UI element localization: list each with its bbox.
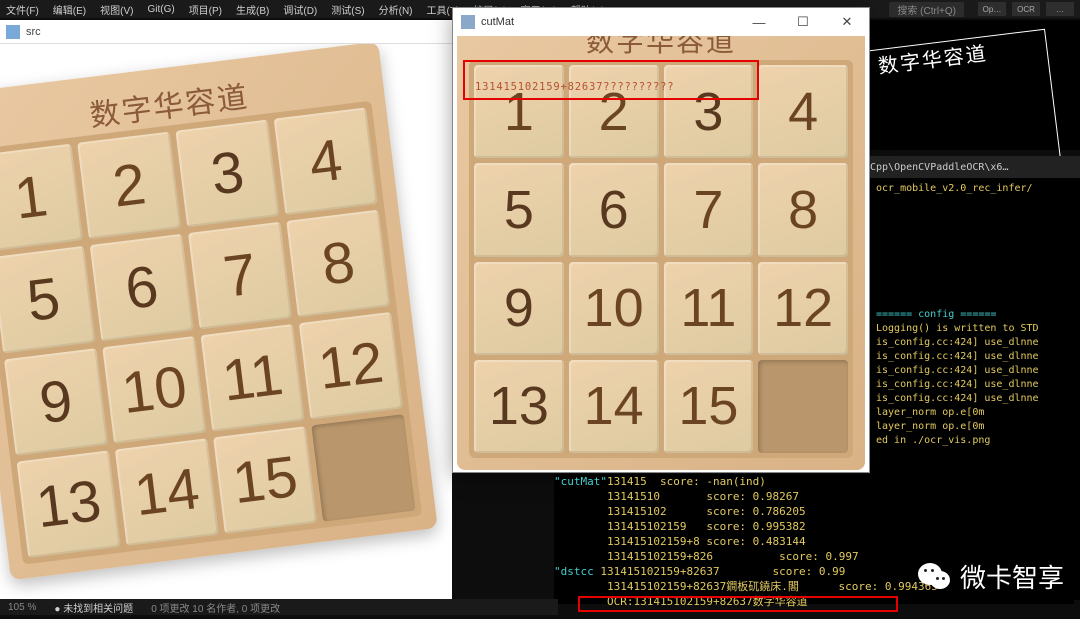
log-line: 131415102159+82637 score: 0.99 — [600, 565, 845, 578]
tile: 12 — [299, 312, 403, 420]
tile: 9 — [4, 348, 108, 456]
window-titlebar[interactable]: src — [0, 20, 452, 44]
tile: 11 — [664, 262, 754, 355]
ocr-result-line: OCR:131415102159+82637数字华容道 — [607, 595, 808, 608]
log-line: 131415102159+826 score: 0.997 — [607, 550, 859, 563]
toolbar-box[interactable]: Op… — [978, 2, 1006, 16]
log-line: layer_norm op.e[0m — [876, 406, 1080, 420]
tile: 1 — [474, 65, 564, 158]
cmd-line: ocr_mobile_v2.0_rec_infer/ — [876, 182, 1080, 196]
tile-grid: 1 2 3 4 5 6 7 8 9 10 11 12 13 14 15 — [0, 101, 422, 565]
cutmat-image-area: 数字华容道 1 2 3 4 5 6 7 8 9 10 11 12 13 14 1… — [453, 36, 869, 473]
log-line: is_config.cc:424] use_dlnne — [876, 392, 1080, 406]
window-cutmat: cutMat — ☐ ✕ 数字华容道 1 2 3 4 5 6 7 8 9 — [452, 7, 870, 473]
log-line: 13141510 score: 0.98267 — [607, 490, 799, 503]
tile: 9 — [474, 262, 564, 355]
ide-statusbar: 105 % ● 未找到相关问题 0 项更改 10 名作者, 0 项更改 — [0, 599, 558, 615]
menu-item[interactable]: 视图(V) — [100, 2, 133, 17]
log-line: is_config.cc:424] use_dlnne — [876, 336, 1080, 350]
tile: 4 — [274, 107, 378, 215]
puzzle-board: 数字华容道 1 2 3 4 5 6 7 8 9 10 11 12 13 14 1… — [0, 44, 438, 580]
tile: 12 — [758, 262, 848, 355]
tile: 8 — [286, 210, 390, 318]
log-line: Logging() is written to STD — [876, 322, 1080, 336]
menu-item[interactable]: 文件(F) — [6, 2, 39, 17]
log-line: is_config.cc:424] use_dlnne — [876, 364, 1080, 378]
console-label: "cutMat" — [554, 475, 607, 488]
log-line: layer_norm op.e[0m — [876, 420, 1080, 434]
search-box[interactable]: 搜索 (Ctrl+Q) — [889, 2, 964, 17]
tile-empty — [758, 360, 848, 453]
status-counts: 0 项更改 10 名作者, 0 项更改 — [151, 600, 280, 615]
window-title: src — [26, 26, 41, 38]
toolbar-box[interactable]: OCR — [1012, 2, 1040, 16]
console-label: "dstcc — [554, 565, 594, 578]
tile-empty — [311, 414, 415, 522]
log-line: 131415102159+82637鐧板矹鐃床.閣 score: 0.99436… — [607, 580, 938, 593]
tile-grid: 1 2 3 4 5 6 7 8 9 10 11 12 13 14 15 — [469, 60, 853, 458]
menu-item[interactable]: 测试(S) — [331, 2, 364, 17]
app-icon — [6, 25, 20, 39]
window-title: cutMat — [481, 16, 514, 28]
zoom-level[interactable]: 105 % — [8, 602, 36, 613]
watermark: 微卡智享 — [916, 558, 1064, 595]
tile: 5 — [0, 246, 96, 354]
menu-item[interactable]: 调试(D) — [283, 2, 317, 17]
menu-item[interactable]: Git(G) — [147, 4, 174, 15]
maximize-button[interactable]: ☐ — [781, 8, 825, 36]
menu-item[interactable]: 生成(B) — [236, 2, 269, 17]
tile: 11 — [201, 324, 305, 432]
menubar-right-icons: Op… OCR … — [978, 2, 1074, 16]
outline-title: 数字华容道 — [870, 30, 1047, 84]
log-line: is_config.cc:424] use_dlnne — [876, 350, 1080, 364]
tile: 5 — [474, 163, 564, 256]
tile: 4 — [758, 65, 848, 158]
tile: 6 — [90, 234, 194, 342]
menu-item[interactable]: 项目(P) — [189, 2, 222, 17]
menu-item[interactable]: 分析(N) — [379, 2, 413, 17]
tile: 15 — [213, 426, 317, 534]
tile: 15 — [664, 360, 754, 453]
minimize-button[interactable]: — — [737, 8, 781, 36]
ocr-vis-image: 数字华容道 — [870, 20, 1080, 150]
puzzle-board: 数字华容道 1 2 3 4 5 6 7 8 9 10 11 12 13 14 1… — [457, 36, 865, 470]
log-line: 131415102 score: 0.786205 — [607, 505, 806, 518]
tile: 6 — [569, 163, 659, 256]
close-button[interactable]: ✕ — [825, 8, 869, 36]
wechat-icon — [916, 559, 952, 595]
tile: 1 — [0, 144, 83, 252]
board-title: 数字华容道 — [469, 36, 853, 60]
path-bar[interactable]: Cpp\OpenCVPaddleOCR\x6… — [870, 156, 1080, 178]
toolbar-box[interactable]: … — [1046, 2, 1074, 16]
tile: 13 — [474, 360, 564, 453]
tile: 3 — [175, 120, 279, 228]
window-src: src 数字华容道 1 2 3 4 5 6 7 8 9 10 11 12 — [0, 20, 452, 600]
menu-item[interactable]: 编辑(E) — [53, 2, 86, 17]
tile: 10 — [569, 262, 659, 355]
log-line: 131415 score: -nan(ind) — [607, 475, 766, 488]
tile: 10 — [102, 336, 206, 444]
tile: 2 — [77, 132, 181, 240]
tile: 7 — [188, 222, 292, 330]
watermark-text: 微卡智享 — [960, 558, 1064, 595]
log-line: 131415102159+8 score: 0.483144 — [607, 535, 806, 548]
status-issues[interactable]: ● 未找到相关问题 — [54, 600, 133, 615]
ocr-text-overlay: 131415102159+82637?????????? — [475, 81, 674, 93]
log-line: ed in ./ocr_vis.png — [876, 434, 1080, 448]
window-titlebar[interactable]: cutMat — ☐ ✕ — [453, 8, 869, 36]
app-icon — [461, 15, 475, 29]
tile: 8 — [758, 163, 848, 256]
tile: 7 — [664, 163, 754, 256]
log-line: 131415102159 score: 0.995382 — [607, 520, 806, 533]
src-image-area: 数字华容道 1 2 3 4 5 6 7 8 9 10 11 12 13 14 1… — [0, 44, 452, 600]
log-header: ====== config ====== — [876, 308, 1080, 322]
tile: 13 — [17, 450, 121, 558]
tile: 14 — [569, 360, 659, 453]
log-line: is_config.cc:424] use_dlnne — [876, 378, 1080, 392]
tile: 14 — [115, 438, 219, 546]
tile: 3 — [664, 65, 754, 158]
tile: 2 — [569, 65, 659, 158]
